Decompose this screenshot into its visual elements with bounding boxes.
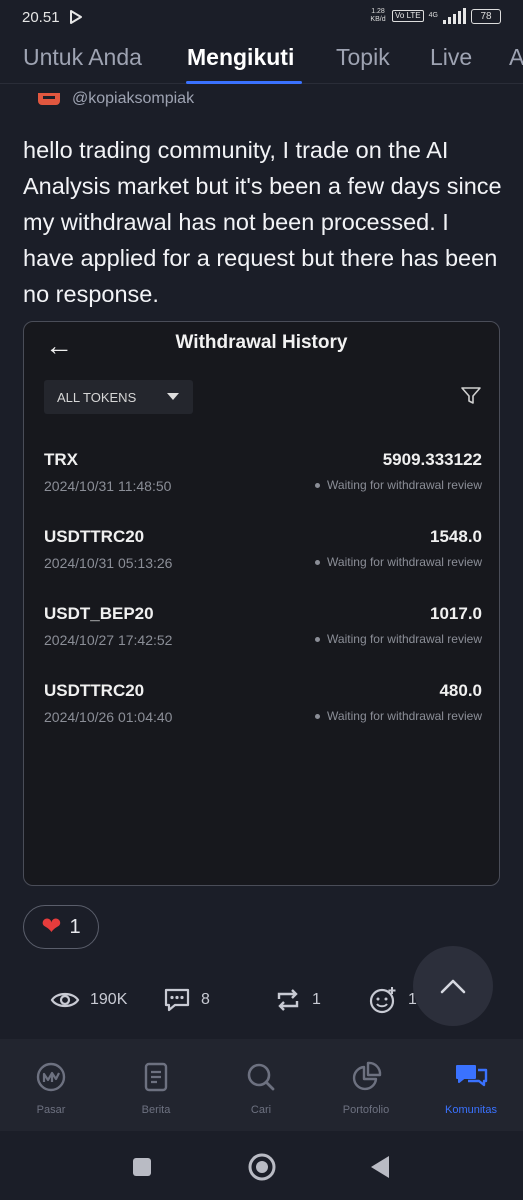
reaction-chip[interactable]: ❤ 1 <box>23 905 99 949</box>
tab-mengikuti[interactable]: Mengikuti <box>187 44 294 71</box>
signal-icon <box>443 8 466 24</box>
avatar[interactable] <box>38 93 60 105</box>
feed-tabs: Untuk Anda Mengikuti Topik Live A <box>0 36 523 84</box>
comment-icon <box>164 988 190 1012</box>
post-author[interactable]: @kopiaksompiak <box>38 90 194 108</box>
eye-icon <box>50 992 80 1008</box>
embed-title: Withdrawal History <box>175 332 348 353</box>
nav-label: Pasar <box>36 1104 66 1116</box>
nav-item-portofolio[interactable]: Portofolio <box>326 1061 406 1116</box>
wd-token: TRX <box>44 450 78 469</box>
reposts-count: 1 <box>312 991 321 1008</box>
tab-more[interactable]: A <box>509 44 523 71</box>
wd-status: Waiting for withdrawal review <box>315 632 482 646</box>
status-bar: 20.51 1.28 KB/d Vo LTE 4G 78 <box>0 0 523 34</box>
market-icon <box>36 1062 66 1092</box>
wd-date: 2024/10/31 11:48:50 <box>44 478 172 494</box>
volte-badge: Vo LTE <box>392 10 424 22</box>
search-icon <box>247 1063 275 1091</box>
system-nav <box>0 1131 523 1200</box>
wd-status-text: Waiting for withdrawal review <box>327 709 482 723</box>
net-type: 4G <box>428 12 438 19</box>
wd-token: USDT_BEP20 <box>44 604 154 623</box>
status-dot <box>315 713 321 719</box>
comments-count: 8 <box>201 991 210 1008</box>
scroll-to-top-button[interactable] <box>413 946 493 1026</box>
repost-icon <box>277 989 299 1011</box>
chevron-up-icon <box>440 979 466 994</box>
wd-date: 2024/10/27 17:42:52 <box>44 632 173 648</box>
tab-topik[interactable]: Topik <box>336 44 390 71</box>
network-speed: 1.28 KB/d <box>370 8 386 23</box>
battery-level: 78 <box>480 10 492 22</box>
wd-status: Waiting for withdrawal review <box>315 709 482 723</box>
tab-live[interactable]: Live <box>430 44 472 71</box>
clock: 20.51 <box>22 8 60 26</box>
wd-token: USDTTRC20 <box>44 527 145 546</box>
comments-stat[interactable]: 8 <box>163 978 210 1022</box>
nav-label: Komunitas <box>445 1104 497 1116</box>
wd-date: 2024/10/26 01:04:40 <box>44 709 173 725</box>
nav-item-komunitas[interactable]: Komunitas <box>431 1061 511 1116</box>
home-button[interactable] <box>247 1152 277 1182</box>
heart-icon: ❤ <box>41 913 62 940</box>
nav-item-cari[interactable]: Cari <box>221 1061 301 1116</box>
status-dot <box>315 482 321 488</box>
reactions-stat[interactable]: 1 <box>368 978 417 1022</box>
withdrawal-row: USDTTRC20 480.0 2024/10/26 01:04:40 Wait… <box>44 681 482 741</box>
filter-icon <box>461 387 481 404</box>
views-stat: 190K <box>50 978 127 1022</box>
active-tab-indicator <box>186 81 302 84</box>
nav-label: Berita <box>141 1104 171 1116</box>
nav-label: Cari <box>250 1104 272 1116</box>
wd-status: Waiting for withdrawal review <box>315 555 482 569</box>
withdrawal-row: USDTTRC20 1548.0 2024/10/31 05:13:26 Wai… <box>44 527 482 587</box>
post-body: hello trading community, I trade on the … <box>23 137 502 307</box>
community-icon <box>456 1065 488 1087</box>
news-icon <box>144 1062 168 1092</box>
status-dot <box>315 559 321 565</box>
wd-status-text: Waiting for withdrawal review <box>327 478 482 492</box>
play-icon <box>69 10 82 24</box>
reposts-stat[interactable]: 1 <box>274 978 321 1022</box>
nav-label: Portofolio <box>342 1104 390 1116</box>
wd-status-text: Waiting for withdrawal review <box>327 632 482 646</box>
wd-status-text: Waiting for withdrawal review <box>327 555 482 569</box>
wd-date: 2024/10/31 05:13:26 <box>44 555 173 571</box>
back-button[interactable] <box>368 1154 392 1180</box>
author-handle[interactable]: @kopiaksompiak <box>72 90 194 108</box>
token-filter-select: ALL TOKENS <box>44 380 193 414</box>
views-count: 190K <box>90 991 128 1008</box>
wd-amount: 1017.0 <box>430 604 482 623</box>
wd-amount: 5909.333122 <box>382 450 482 469</box>
reaction-count: 1 <box>69 915 81 938</box>
add-reaction-icon <box>369 987 396 1014</box>
nav-item-berita[interactable]: Berita <box>116 1061 196 1116</box>
status-dot <box>315 636 321 642</box>
withdrawal-row: TRX 5909.333122 2024/10/31 11:48:50 Wait… <box>44 450 482 510</box>
tab-untuk-anda[interactable]: Untuk Anda <box>23 44 142 71</box>
token-filter-value: ALL TOKENS <box>57 389 137 405</box>
portfolio-icon <box>352 1061 382 1091</box>
wd-status: Waiting for withdrawal review <box>315 478 482 492</box>
wd-token: USDTTRC20 <box>44 681 145 700</box>
bottom-nav: Pasar Berita Cari Portofolio Komunitas <box>0 1039 523 1131</box>
wd-amount: 480.0 <box>439 681 482 700</box>
recents-button[interactable] <box>131 1156 153 1178</box>
withdrawal-row: USDT_BEP20 1017.0 2024/10/27 17:42:52 Wa… <box>44 604 482 664</box>
caret-down-icon <box>167 393 179 400</box>
nav-item-pasar[interactable]: Pasar <box>11 1061 91 1116</box>
wd-amount: 1548.0 <box>430 527 482 546</box>
post-image[interactable]: ← Withdrawal History ALL TOKENS TRX 5909… <box>23 321 500 886</box>
battery-icon: 78 <box>471 8 501 24</box>
